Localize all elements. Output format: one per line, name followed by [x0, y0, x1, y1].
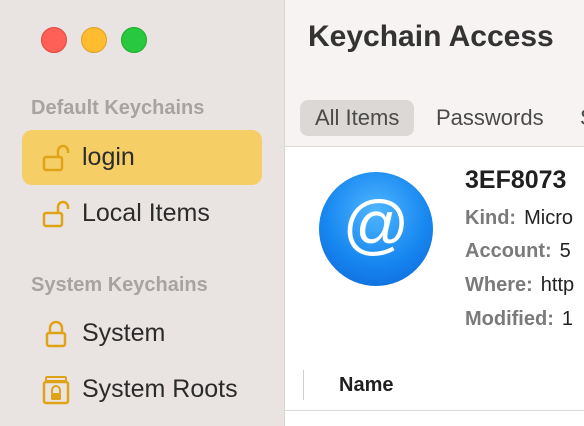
tab-secure-notes[interactable]: S: [580, 100, 584, 136]
column-divider[interactable]: [303, 370, 304, 400]
unlocked-padlock-icon: [36, 143, 76, 173]
sidebar-item-label: Local Items: [82, 199, 210, 227]
sidebar-item-local-items[interactable]: Local Items: [22, 186, 262, 241]
sidebar-item-login[interactable]: login: [22, 130, 262, 185]
sidebar-item-label: login: [82, 143, 135, 171]
sidebar-item-system-roots[interactable]: System Roots: [22, 362, 262, 417]
minimize-window-button[interactable]: [81, 27, 107, 53]
close-window-button[interactable]: [41, 27, 67, 53]
internet-password-icon: @: [319, 172, 433, 286]
sidebar-item-system[interactable]: System: [22, 306, 262, 361]
field-modified: Modified: 1: [465, 308, 573, 331]
locked-padlock-icon: [36, 319, 76, 349]
field-account: Account: 5: [465, 240, 571, 263]
zoom-window-button[interactable]: [121, 27, 147, 53]
field-key: Modified:: [465, 308, 554, 330]
field-key: Kind:: [465, 207, 517, 229]
default-keychains-heading: Default Keychains: [31, 97, 205, 119]
window-title: Keychain Access: [308, 20, 554, 53]
header-divider: [285, 410, 584, 411]
cabinet-lock-icon: [36, 375, 76, 405]
svg-text:@: @: [343, 189, 410, 261]
tab-passwords[interactable]: Passwords: [436, 100, 544, 136]
sidebar-item-label: System Roots: [82, 375, 238, 403]
sidebar-item-label: System: [82, 319, 166, 347]
field-value: 1: [561, 308, 573, 330]
column-header-name[interactable]: Name: [339, 374, 393, 397]
field-key: Account:: [465, 240, 552, 262]
sidebar: Default Keychains login Local Items Syst…: [0, 0, 285, 426]
main-pane: Keychain Access All Items Passwords S @ …: [285, 0, 584, 426]
field-value: http: [540, 274, 575, 296]
tab-all-items[interactable]: All Items: [300, 100, 415, 136]
field-kind: Kind: Micro: [465, 207, 573, 230]
field-value: 5: [559, 240, 571, 262]
unlocked-padlock-icon: [36, 199, 76, 229]
system-keychains-heading: System Keychains: [31, 274, 208, 296]
field-value: Micro: [524, 207, 573, 229]
field-key: Where:: [465, 274, 533, 296]
item-name: 3EF8073: [465, 166, 567, 194]
toolbar: Keychain Access All Items Passwords S: [285, 0, 584, 147]
field-where: Where: http: [465, 274, 574, 297]
